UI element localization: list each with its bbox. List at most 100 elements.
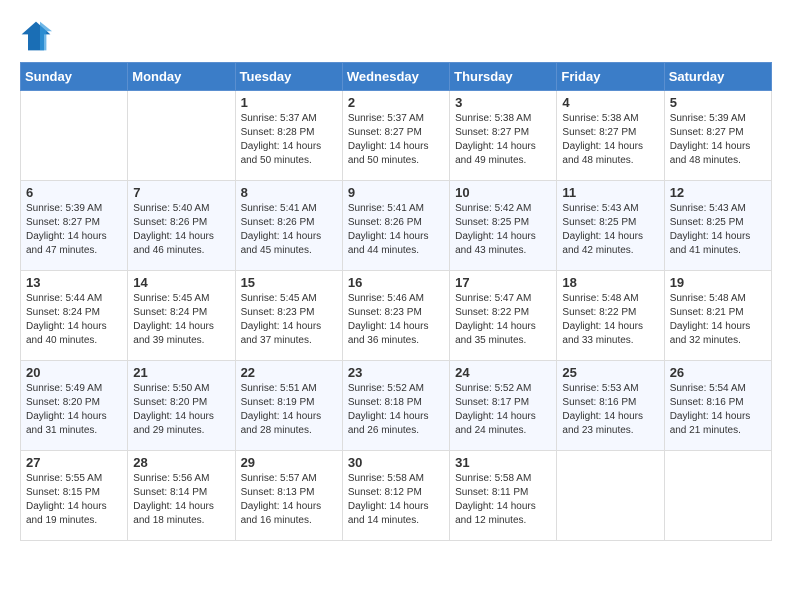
calendar-cell: 14 Sunrise: 5:45 AMSunset: 8:24 PMDayligh…: [128, 271, 235, 361]
day-number: 28: [133, 455, 229, 470]
day-number: 18: [562, 275, 658, 290]
day-number: 16: [348, 275, 444, 290]
day-info: Sunrise: 5:42 AMSunset: 8:25 PMDaylight:…: [455, 202, 551, 258]
calendar-cell: 6Sunrise: 5:39 AMSunset: 8:27 PMDaylight…: [21, 181, 128, 271]
day-number: 5: [670, 95, 766, 110]
day-info: Sunrise: 5:49 AMSunset: 8:20 PMDaylight:…: [26, 382, 122, 438]
page-header: [20, 20, 772, 52]
day-number: 24: [455, 365, 551, 380]
calendar-cell: 9 Sunrise: 5:41 AMSunset: 8:26 PMDaylight…: [342, 181, 449, 271]
calendar-cell: 28 Sunrise: 5:56 AMSunset: 8:14 PMDayligh…: [128, 451, 235, 541]
day-number: 2: [348, 95, 444, 110]
day-info: Sunrise: 5:46 AMSunset: 8:23 PMDaylight:…: [348, 292, 444, 348]
weekday-header: Sunday: [21, 63, 128, 91]
calendar-cell: 16 Sunrise: 5:46 AMSunset: 8:23 PMDayligh…: [342, 271, 449, 361]
day-info: Sunrise: 5:54 AMSunset: 8:16 PMDaylight:…: [670, 382, 766, 438]
calendar-cell: 1 Sunrise: 5:37 AMSunset: 8:28 PMDaylight…: [235, 91, 342, 181]
day-info: Sunrise: 5:48 AMSunset: 8:21 PMDaylight:…: [670, 292, 766, 348]
weekday-header: Friday: [557, 63, 664, 91]
day-info: Sunrise: 5:48 AMSunset: 8:22 PMDaylight:…: [562, 292, 658, 348]
calendar-cell: 30Sunrise: 5:58 AMSunset: 8:12 PMDayligh…: [342, 451, 449, 541]
day-number: 3: [455, 95, 551, 110]
weekday-header: Wednesday: [342, 63, 449, 91]
day-info: Sunrise: 5:39 AMSunset: 8:27 PMDaylight:…: [670, 112, 766, 168]
day-number: 20: [26, 365, 122, 380]
calendar-table: SundayMondayTuesdayWednesdayThursdayFrid…: [20, 62, 772, 541]
calendar-cell: 21 Sunrise: 5:50 AMSunset: 8:20 PMDayligh…: [128, 361, 235, 451]
calendar-cell: 19 Sunrise: 5:48 AMSunset: 8:21 PMDayligh…: [664, 271, 771, 361]
day-info: Sunrise: 5:53 AMSunset: 8:16 PMDaylight:…: [562, 382, 658, 438]
calendar-cell: 3 Sunrise: 5:38 AMSunset: 8:27 PMDaylight…: [450, 91, 557, 181]
calendar-cell: 29 Sunrise: 5:57 AMSunset: 8:13 PMDayligh…: [235, 451, 342, 541]
calendar-header-row: SundayMondayTuesdayWednesdayThursdayFrid…: [21, 63, 772, 91]
calendar-cell: 20 Sunrise: 5:49 AMSunset: 8:20 PMDayligh…: [21, 361, 128, 451]
day-number: 9: [348, 185, 444, 200]
day-info: Sunrise: 5:39 AMSunset: 8:27 PMDaylight:…: [26, 202, 122, 258]
day-info: Sunrise: 5:57 AMSunset: 8:13 PMDaylight:…: [241, 472, 337, 528]
day-info: Sunrise: 5:38 AMSunset: 8:27 PMDaylight:…: [562, 112, 658, 168]
day-info: Sunrise: 5:37 AMSunset: 8:28 PMDaylight:…: [241, 112, 337, 168]
day-number: 25: [562, 365, 658, 380]
weekday-header: Saturday: [664, 63, 771, 91]
day-number: 11: [562, 185, 658, 200]
calendar-week-row: 6Sunrise: 5:39 AMSunset: 8:27 PMDaylight…: [21, 181, 772, 271]
weekday-header: Monday: [128, 63, 235, 91]
calendar-week-row: 20 Sunrise: 5:49 AMSunset: 8:20 PMDayligh…: [21, 361, 772, 451]
day-number: 22: [241, 365, 337, 380]
calendar-cell: 22Sunrise: 5:51 AMSunset: 8:19 PMDayligh…: [235, 361, 342, 451]
calendar-cell: 26 Sunrise: 5:54 AMSunset: 8:16 PMDayligh…: [664, 361, 771, 451]
day-number: 17: [455, 275, 551, 290]
day-info: Sunrise: 5:47 AMSunset: 8:22 PMDaylight:…: [455, 292, 551, 348]
day-info: Sunrise: 5:41 AMSunset: 8:26 PMDaylight:…: [241, 202, 337, 258]
day-number: 13: [26, 275, 122, 290]
calendar-cell: 18 Sunrise: 5:48 AMSunset: 8:22 PMDayligh…: [557, 271, 664, 361]
day-number: 10: [455, 185, 551, 200]
day-info: Sunrise: 5:43 AMSunset: 8:25 PMDaylight:…: [562, 202, 658, 258]
logo: [20, 20, 56, 52]
day-number: 23: [348, 365, 444, 380]
day-number: 8: [241, 185, 337, 200]
calendar-cell: 12Sunrise: 5:43 AMSunset: 8:25 PMDayligh…: [664, 181, 771, 271]
day-number: 21: [133, 365, 229, 380]
calendar-cell: 15Sunrise: 5:45 AMSunset: 8:23 PMDayligh…: [235, 271, 342, 361]
day-number: 7: [133, 185, 229, 200]
calendar-cell: [664, 451, 771, 541]
day-info: Sunrise: 5:56 AMSunset: 8:14 PMDaylight:…: [133, 472, 229, 528]
day-info: Sunrise: 5:50 AMSunset: 8:20 PMDaylight:…: [133, 382, 229, 438]
day-info: Sunrise: 5:52 AMSunset: 8:17 PMDaylight:…: [455, 382, 551, 438]
logo-icon: [20, 20, 52, 52]
calendar-cell: 24 Sunrise: 5:52 AMSunset: 8:17 PMDayligh…: [450, 361, 557, 451]
calendar-week-row: 1 Sunrise: 5:37 AMSunset: 8:28 PMDaylight…: [21, 91, 772, 181]
day-info: Sunrise: 5:52 AMSunset: 8:18 PMDaylight:…: [348, 382, 444, 438]
calendar-cell: 5 Sunrise: 5:39 AMSunset: 8:27 PMDaylight…: [664, 91, 771, 181]
day-info: Sunrise: 5:38 AMSunset: 8:27 PMDaylight:…: [455, 112, 551, 168]
day-info: Sunrise: 5:58 AMSunset: 8:11 PMDaylight:…: [455, 472, 551, 528]
calendar-cell: 25 Sunrise: 5:53 AMSunset: 8:16 PMDayligh…: [557, 361, 664, 451]
day-number: 27: [26, 455, 122, 470]
day-number: 14: [133, 275, 229, 290]
calendar-week-row: 13Sunrise: 5:44 AMSunset: 8:24 PMDayligh…: [21, 271, 772, 361]
day-number: 15: [241, 275, 337, 290]
day-number: 1: [241, 95, 337, 110]
calendar-week-row: 27Sunrise: 5:55 AMSunset: 8:15 PMDayligh…: [21, 451, 772, 541]
day-info: Sunrise: 5:40 AMSunset: 8:26 PMDaylight:…: [133, 202, 229, 258]
day-number: 4: [562, 95, 658, 110]
day-info: Sunrise: 5:41 AMSunset: 8:26 PMDaylight:…: [348, 202, 444, 258]
day-info: Sunrise: 5:45 AMSunset: 8:24 PMDaylight:…: [133, 292, 229, 348]
calendar-cell: 4 Sunrise: 5:38 AMSunset: 8:27 PMDaylight…: [557, 91, 664, 181]
calendar-cell: 27Sunrise: 5:55 AMSunset: 8:15 PMDayligh…: [21, 451, 128, 541]
weekday-header: Tuesday: [235, 63, 342, 91]
day-number: 29: [241, 455, 337, 470]
calendar-cell: [21, 91, 128, 181]
day-info: Sunrise: 5:43 AMSunset: 8:25 PMDaylight:…: [670, 202, 766, 258]
day-info: Sunrise: 5:37 AMSunset: 8:27 PMDaylight:…: [348, 112, 444, 168]
day-number: 26: [670, 365, 766, 380]
day-number: 19: [670, 275, 766, 290]
calendar-cell: 17 Sunrise: 5:47 AMSunset: 8:22 PMDayligh…: [450, 271, 557, 361]
day-number: 31: [455, 455, 551, 470]
weekday-header: Thursday: [450, 63, 557, 91]
calendar-cell: [128, 91, 235, 181]
calendar-cell: 2 Sunrise: 5:37 AMSunset: 8:27 PMDaylight…: [342, 91, 449, 181]
calendar-cell: 11 Sunrise: 5:43 AMSunset: 8:25 PMDayligh…: [557, 181, 664, 271]
day-number: 30: [348, 455, 444, 470]
